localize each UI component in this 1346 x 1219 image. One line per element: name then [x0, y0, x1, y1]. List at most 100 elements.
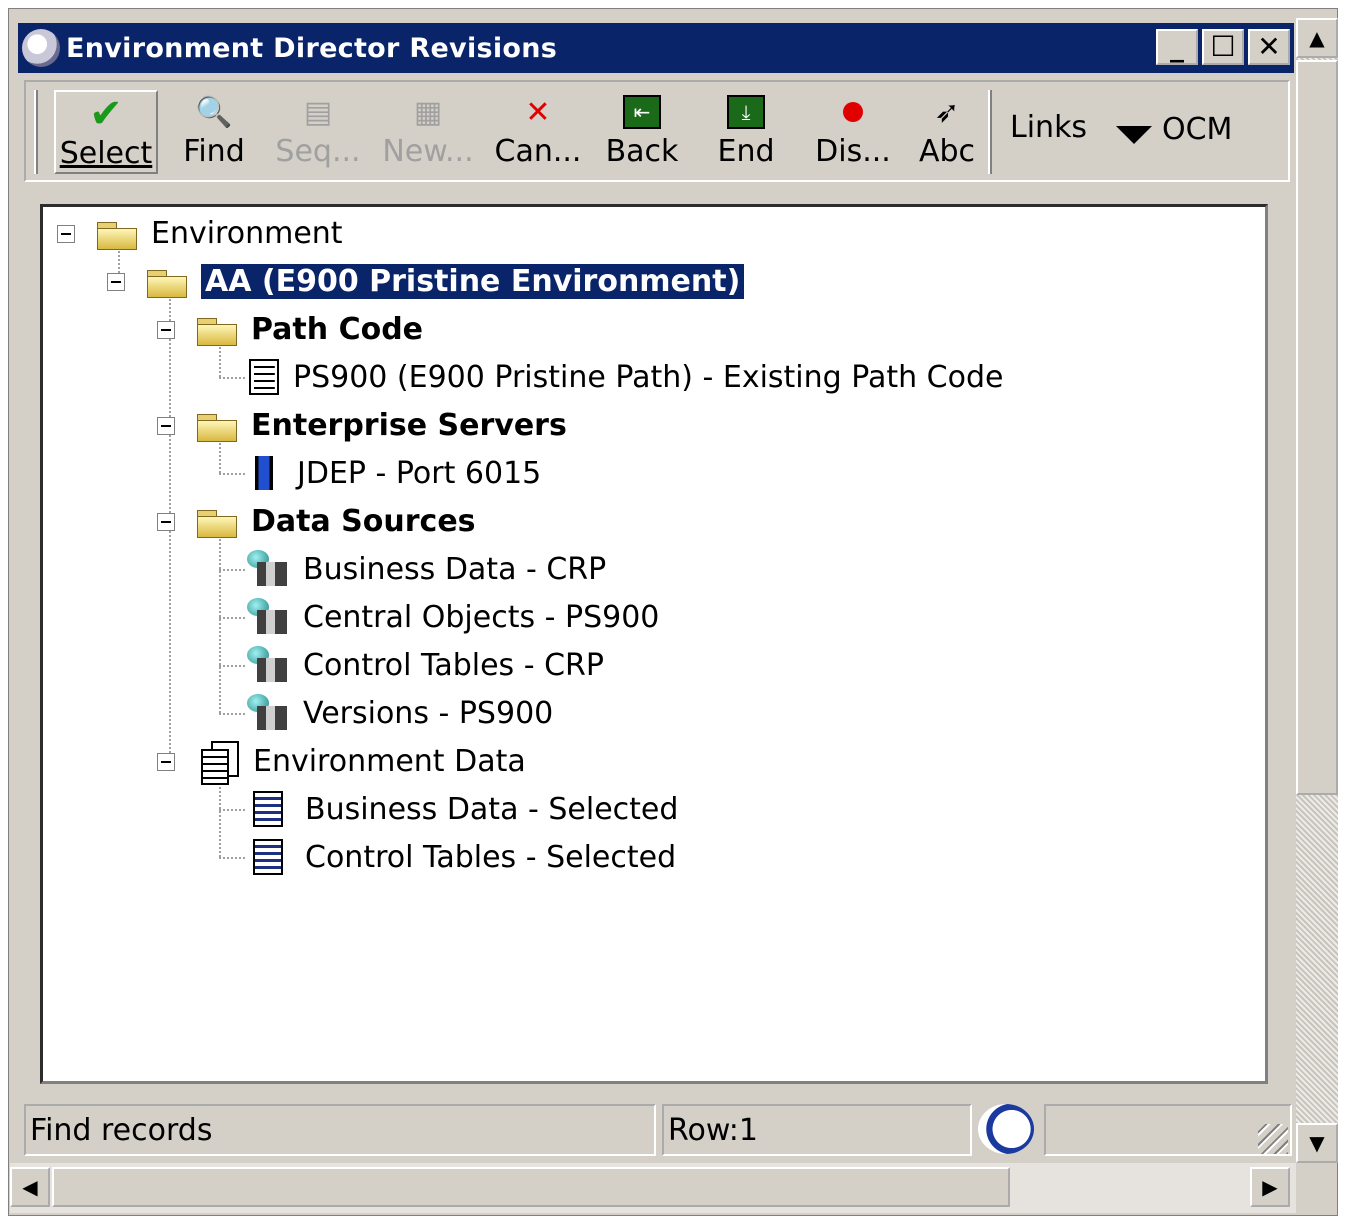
node-label: Versions - PS900	[303, 695, 554, 731]
display-button[interactable]: Dis...	[812, 90, 894, 174]
dropdown-arrow-icon[interactable]	[1116, 126, 1152, 144]
scroll-right-button[interactable]: ▶	[1250, 1167, 1290, 1207]
tree-node-datasource[interactable]: Control Tables - CRP	[247, 643, 604, 687]
toolbar: ✔ Select 🔍 Find ▤ Seq... ▦ New... ✕ Can.…	[24, 80, 1290, 182]
close-button[interactable]: ✕	[1248, 29, 1290, 65]
scroll-left-button[interactable]: ◀	[10, 1167, 50, 1207]
find-label: Find	[183, 134, 245, 169]
database-icon	[247, 646, 291, 684]
database-icon	[247, 550, 291, 588]
end-label: End	[717, 134, 775, 169]
folder-icon	[197, 314, 237, 346]
display-label: Dis...	[815, 134, 891, 169]
node-label: Enterprise Servers	[251, 407, 567, 443]
arrow-up-icon: ▲	[1309, 26, 1325, 50]
cancel-label: Can...	[494, 134, 582, 169]
new-label: New...	[382, 134, 474, 169]
minimize-button[interactable]: _	[1156, 29, 1198, 65]
find-icon: 🔍	[195, 94, 233, 130]
tree-node-datasource[interactable]: Business Data - CRP	[247, 547, 606, 591]
scroll-down-button[interactable]: ▼	[1296, 1123, 1338, 1163]
tree-line	[219, 443, 221, 473]
folder-icon	[97, 218, 137, 250]
sequence-icon: ▤	[303, 94, 333, 130]
vertical-scroll-thumb[interactable]	[1296, 60, 1338, 795]
tree-line	[219, 569, 245, 571]
toolbar-grip-2[interactable]	[988, 90, 992, 174]
select-button[interactable]: ✔ Select	[54, 90, 158, 174]
new-icon: ▦	[413, 94, 443, 130]
tree-node-data-sources[interactable]: Data Sources	[197, 499, 476, 543]
collapse-path-code-toggle[interactable]	[157, 321, 175, 339]
tree-node-server-item[interactable]: JDEP - Port 6015	[247, 451, 541, 495]
cancel-button[interactable]: ✕ Can...	[490, 90, 586, 174]
end-button[interactable]: ⤓ End	[708, 90, 784, 174]
abc-label: Abc	[918, 134, 976, 169]
tree-line	[219, 809, 245, 811]
seq-button[interactable]: ▤ Seq...	[272, 90, 364, 174]
document-icon	[249, 359, 279, 395]
activity-globe-icon	[978, 1104, 1034, 1154]
node-label: Business Data - Selected	[305, 791, 679, 827]
tree-line	[219, 665, 245, 667]
node-label: Central Objects - PS900	[303, 599, 660, 635]
select-label: Select	[59, 136, 153, 171]
resize-grip-icon[interactable]	[1258, 1124, 1288, 1154]
node-label: Path Code	[251, 311, 424, 347]
maximize-button[interactable]: ☐	[1202, 29, 1244, 65]
arrow-left-icon: ◀	[22, 1175, 38, 1199]
documents-stack-icon	[199, 741, 239, 785]
minimize-icon: _	[1170, 30, 1184, 63]
find-button[interactable]: 🔍 Find	[170, 90, 258, 174]
folder-icon	[197, 410, 237, 442]
tree-node-aa-environment[interactable]: AA (E900 Pristine Environment)	[147, 259, 747, 303]
horizontal-scroll-thumb[interactable]	[52, 1167, 1010, 1207]
tree-node-env-data-item[interactable]: Business Data - Selected	[253, 787, 678, 831]
tree-node-datasource[interactable]: Versions - PS900	[247, 691, 553, 735]
tree-line	[219, 779, 221, 857]
tree-line	[219, 473, 245, 475]
vertical-scrollbar[interactable]: ▲ ▼	[1296, 18, 1338, 1163]
back-icon: ⇤	[620, 90, 664, 134]
tree-view[interactable]: Environment AA (E900 Pristine Environmen…	[40, 204, 1268, 1084]
tree-node-enterprise-servers[interactable]: Enterprise Servers	[197, 403, 567, 447]
status-extra	[1044, 1104, 1292, 1156]
node-label: Control Tables - Selected	[305, 839, 677, 875]
arrow-right-icon: ▶	[1262, 1175, 1278, 1199]
checkmark-icon: ✔	[89, 91, 123, 137]
back-button[interactable]: ⇤ Back	[600, 90, 684, 174]
tree-line	[219, 617, 245, 619]
collapse-servers-toggle[interactable]	[157, 417, 175, 435]
title-bar[interactable]: Environment Director Revisions _ ☐ ✕	[18, 23, 1294, 73]
tree-node-environment-data[interactable]: Environment Data	[199, 739, 526, 785]
collapse-environment-data-toggle[interactable]	[157, 753, 175, 771]
links-menu[interactable]: Links	[1010, 110, 1087, 145]
tree-node-path-code-item[interactable]: PS900 (E900 Pristine Path) - Existing Pa…	[249, 355, 1003, 399]
abc-button[interactable]: ➶ Abc	[916, 90, 978, 174]
end-icon: ⤓	[724, 90, 768, 134]
ocm-menu[interactable]: OCM	[1162, 112, 1232, 147]
scroll-up-button[interactable]: ▲	[1296, 18, 1338, 58]
maximize-icon: ☐	[1210, 30, 1236, 63]
database-icon	[247, 598, 291, 636]
collapse-environment-toggle[interactable]	[57, 225, 75, 243]
tree-node-path-code[interactable]: Path Code	[197, 307, 423, 351]
display-icon	[831, 90, 875, 134]
list-icon	[253, 839, 283, 875]
seq-label: Seq...	[275, 134, 361, 169]
node-label: Control Tables - CRP	[303, 647, 604, 683]
collapse-aa-toggle[interactable]	[107, 273, 125, 291]
tree-line	[219, 539, 221, 713]
collapse-data-sources-toggle[interactable]	[157, 513, 175, 531]
status-text: Find records	[30, 1112, 213, 1148]
tree-node-environment[interactable]: Environment	[97, 211, 343, 255]
database-icon	[247, 694, 291, 732]
tree-node-env-data-item[interactable]: Control Tables - Selected	[253, 835, 676, 879]
horizontal-scrollbar[interactable]: ◀ ▶	[10, 1163, 1296, 1213]
arrow-down-icon: ▼	[1309, 1131, 1325, 1155]
node-label: Environment Data	[253, 743, 526, 779]
tree-node-datasource[interactable]: Central Objects - PS900	[247, 595, 659, 639]
cancel-x-icon: ✕	[525, 94, 551, 130]
toolbar-grip[interactable]	[34, 90, 38, 174]
new-button[interactable]: ▦ New...	[378, 90, 478, 174]
